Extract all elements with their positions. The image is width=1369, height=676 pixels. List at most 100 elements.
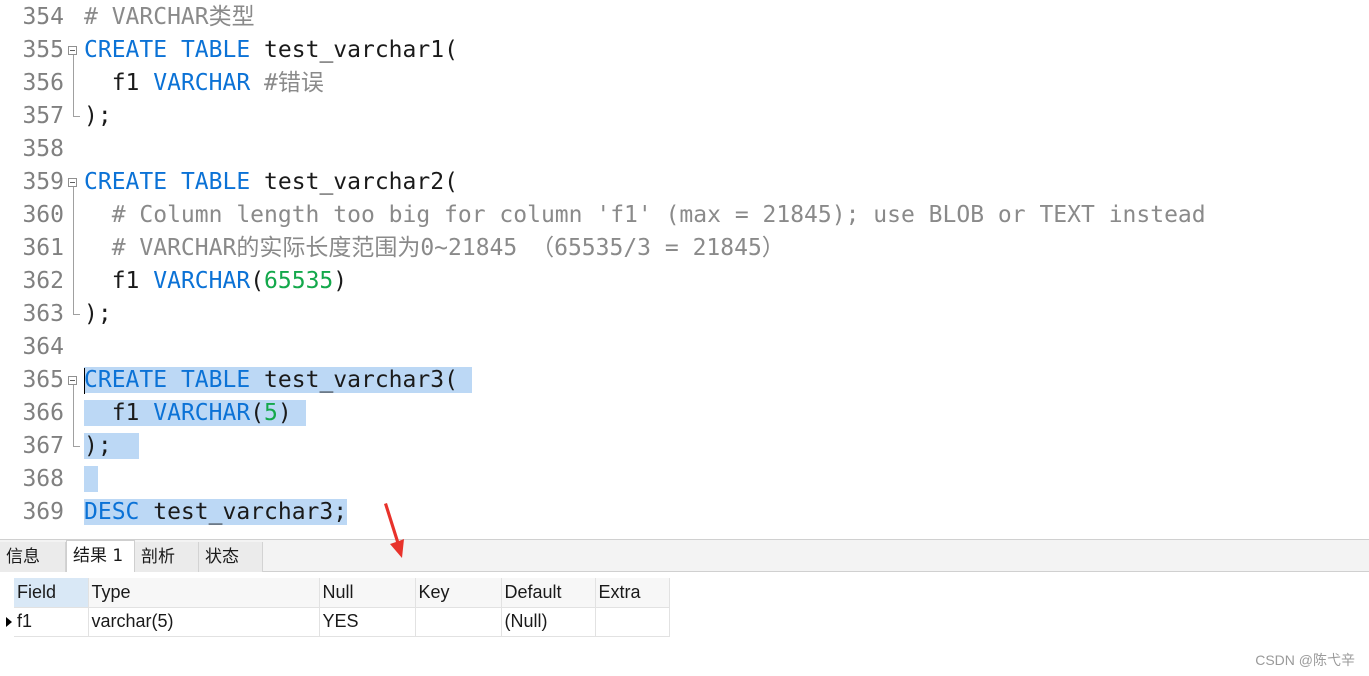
code-line[interactable]: 355 CREATE TABLE test_varchar1(	[0, 34, 1369, 67]
code-line[interactable]: 362 f1 VARCHAR(65535)	[0, 265, 1369, 298]
code-line[interactable]: 354 # VARCHAR类型	[0, 1, 1369, 34]
code-text[interactable]: f1 VARCHAR(5)	[84, 397, 306, 430]
column-header-field[interactable]: Field	[14, 578, 89, 608]
comment-token: # VARCHAR类型	[84, 4, 255, 30]
column-header-key[interactable]: Key	[415, 578, 502, 608]
keyword-token: VARCHAR	[153, 400, 251, 426]
line-number: 363	[22, 301, 64, 327]
line-number: 360	[22, 202, 64, 228]
fold-toggle-icon[interactable]	[68, 376, 77, 385]
code-token: f1	[84, 400, 154, 426]
line-number: 365	[22, 367, 64, 393]
code-token: )	[277, 400, 306, 426]
code-line[interactable]: 356 f1 VARCHAR #错误	[0, 67, 1369, 100]
line-number: 368	[22, 466, 64, 492]
watermark: CSDN @陈弋辛	[1255, 652, 1355, 668]
code-text[interactable]	[84, 463, 98, 496]
code-text[interactable]: );	[84, 430, 140, 463]
column-header-extra[interactable]: Extra	[595, 578, 670, 608]
cell-type[interactable]: varchar(5)	[88, 607, 320, 637]
code-line[interactable]: 368	[0, 463, 1369, 496]
code-token: );	[84, 103, 112, 129]
code-text[interactable]: # VARCHAR类型	[84, 1, 255, 34]
result-grid: Field Type Null Key Default Extra f1 var…	[14, 578, 670, 637]
grid-header-row: Field Type Null Key Default Extra	[14, 578, 670, 608]
code-token: );	[84, 301, 112, 327]
tab-profile[interactable]: 剖析	[135, 542, 199, 572]
line-number: 355	[22, 37, 64, 63]
code-token: test_varchar3(	[250, 367, 472, 393]
current-row-indicator-icon	[6, 617, 12, 627]
tab-result-1[interactable]: 结果 1	[66, 540, 135, 572]
column-header-null[interactable]: Null	[319, 578, 416, 608]
number-token: 65535	[264, 268, 334, 294]
keyword-token: TABLE	[180, 367, 251, 393]
code-line[interactable]: 369 DESC test_varchar3;	[0, 496, 1369, 529]
code-token: (	[250, 400, 265, 426]
table-row[interactable]: f1 varchar(5) YES (Null)	[14, 607, 670, 637]
line-number: 369	[22, 499, 64, 525]
code-line[interactable]: 357);	[0, 100, 1369, 133]
tab-info[interactable]: 信息	[0, 542, 66, 572]
fold-guide-end	[73, 446, 80, 447]
code-text[interactable]: );	[84, 100, 112, 133]
code-line[interactable]: 366 f1 VARCHAR(5)	[0, 397, 1369, 430]
cell-default[interactable]: (Null)	[501, 607, 596, 637]
sql-editor[interactable]: 354 # VARCHAR类型 355 CREATE TABLE test_varch…	[0, 0, 1369, 536]
cell-key[interactable]	[415, 607, 502, 637]
line-number: 354	[22, 4, 64, 30]
cell-null[interactable]: YES	[319, 607, 416, 637]
code-text[interactable]: CREATE TABLE test_varchar1(	[84, 34, 458, 67]
code-line[interactable]: 365 CREATE TABLE test_varchar3(	[0, 364, 1369, 397]
keyword-token: CREATE	[84, 37, 168, 63]
cell-field[interactable]: f1	[14, 607, 89, 637]
keyword-token: TABLE	[180, 37, 251, 63]
tab-status[interactable]: 状态	[199, 542, 263, 572]
line-number: 362	[22, 268, 64, 294]
code-text[interactable]: CREATE TABLE test_varchar2(	[84, 166, 458, 199]
code-line[interactable]: 367);	[0, 430, 1369, 463]
code-text[interactable]: # VARCHAR的实际长度范围为0~21845 （65535/3 = 2184…	[84, 232, 785, 265]
code-text[interactable]: # Column length too big for column 'f1' …	[84, 199, 1206, 232]
keyword-token: TABLE	[180, 169, 251, 195]
result-tabs: 信息 结果 1 剖析 状态	[0, 539, 1369, 572]
line-number: 366	[22, 400, 64, 426]
line-number: 356	[22, 70, 64, 96]
fold-toggle-icon[interactable]	[68, 178, 77, 187]
red-arrow-annotation-icon	[384, 503, 404, 558]
code-token: test_varchar2(	[250, 169, 458, 195]
fold-guide-end	[73, 314, 80, 315]
fold-toggle-icon[interactable]	[68, 46, 77, 55]
code-text[interactable]: f1 VARCHAR(65535)	[84, 265, 347, 298]
line-number: 367	[22, 433, 64, 459]
code-token: test_varchar3;	[139, 499, 348, 525]
keyword-token: VARCHAR	[153, 70, 251, 96]
fold-guide-line	[73, 187, 74, 314]
column-header-type[interactable]: Type	[88, 578, 320, 608]
code-text[interactable]: DESC test_varchar3;	[84, 496, 348, 529]
code-line[interactable]: 364	[0, 331, 1369, 364]
cell-extra[interactable]	[595, 607, 670, 637]
comment-token: # Column length too big for column 'f1' …	[84, 202, 1206, 228]
line-number: 358	[22, 136, 64, 162]
keyword-token: VARCHAR	[153, 268, 251, 294]
fold-guide-line	[73, 385, 74, 446]
code-line[interactable]: 361 # VARCHAR的实际长度范围为0~21845 （65535/3 = …	[0, 232, 1369, 265]
comment-token: #错误	[250, 70, 324, 96]
column-header-default[interactable]: Default	[501, 578, 596, 608]
code-text[interactable]: );	[84, 298, 112, 331]
code-text[interactable]: f1 VARCHAR #错误	[84, 67, 324, 100]
code-line[interactable]: 363);	[0, 298, 1369, 331]
keyword-token: DESC	[84, 499, 140, 525]
code-token: );	[84, 433, 140, 459]
code-text[interactable]: CREATE TABLE test_varchar3(	[84, 364, 472, 397]
code-line[interactable]: 358	[0, 133, 1369, 166]
code-line[interactable]: 359 CREATE TABLE test_varchar2(	[0, 166, 1369, 199]
code-line[interactable]: 360 # Column length too big for column '…	[0, 199, 1369, 232]
fold-guide-end	[73, 116, 80, 117]
code-token: test_varchar1(	[250, 37, 458, 63]
code-token: f1	[84, 70, 154, 96]
line-number: 364	[22, 334, 64, 360]
fold-guide-line	[73, 55, 74, 116]
